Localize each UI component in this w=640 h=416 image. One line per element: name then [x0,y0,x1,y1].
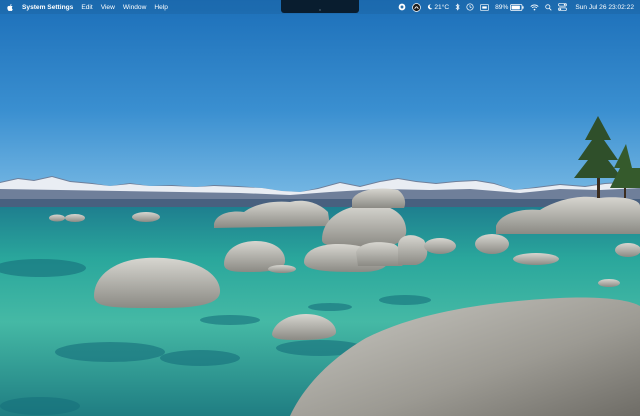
battery-percentage: 89% [495,3,509,11]
edit-menu[interactable]: Edit [81,4,92,11]
weather-widget[interactable]: 21°C [427,0,449,14]
menu-bar-status: 21°C 89% Sun Jul 26 23:02:22 [398,0,634,14]
battery-status[interactable]: 89% [495,0,524,14]
view-menu[interactable]: View [101,4,115,11]
help-menu[interactable]: Help [154,4,168,11]
window-menu[interactable]: Window [123,4,146,11]
bluetooth-icon[interactable] [455,0,460,14]
clock-icon[interactable] [466,0,474,14]
account-icon[interactable] [412,0,422,14]
weather-temperature: 21°C [434,3,450,11]
screen-icon[interactable] [480,0,490,14]
menu-bar-clock[interactable]: Sun Jul 26 23:02:22 [575,4,634,11]
record-icon[interactable] [398,0,406,14]
control-center-icon[interactable] [558,0,568,14]
search-icon[interactable] [545,0,552,14]
apple-logo-icon[interactable] [7,3,14,11]
desktop-wallpaper [0,0,640,416]
moon-icon [427,0,433,14]
menu-bar-left: System Settings Edit View Window Help [7,0,168,14]
battery-icon [510,0,524,14]
wifi-icon[interactable] [530,0,539,14]
menu-bar: System Settings Edit View Window Help 21… [0,0,640,14]
app-name-menu[interactable]: System Settings [22,4,73,11]
